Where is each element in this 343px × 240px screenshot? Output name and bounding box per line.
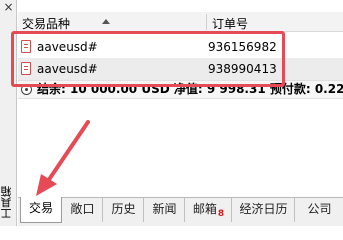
- tab-label: 经济日历: [239, 202, 288, 216]
- column-divider[interactable]: [206, 14, 207, 30]
- tab-trade[interactable]: 交易: [20, 197, 62, 223]
- table-row[interactable]: aaveusd# 936156982: [18, 36, 343, 58]
- tab-mailbox[interactable]: 邮箱8: [186, 198, 232, 222]
- tab-history[interactable]: 历史: [104, 198, 144, 222]
- toolbox-strip: × 工具箱: [0, 0, 17, 226]
- sort-asc-icon: [102, 19, 110, 24]
- tab-label: 新闻: [152, 202, 177, 216]
- balance-icon: [21, 84, 32, 95]
- tab-label: 敞口: [70, 202, 95, 216]
- tab-exposure[interactable]: 敞口: [63, 198, 103, 222]
- tab-economic-calendar[interactable]: 经济日历: [233, 198, 295, 222]
- mail-count-badge: 8: [217, 209, 225, 219]
- tab-company[interactable]: 公司: [296, 198, 343, 222]
- tab-label: 历史: [111, 202, 136, 216]
- table-header: 交易品种 订单号: [18, 12, 343, 32]
- tab-label: 公司: [307, 202, 332, 216]
- cell-order: 938990413: [208, 62, 277, 76]
- tab-label: 交易: [28, 201, 53, 215]
- column-header-symbol[interactable]: 交易品种: [22, 15, 70, 32]
- balance-line: 结余: 10 000.00 USD 净值: 9 998.31 预付款: 0.22…: [18, 80, 343, 99]
- tab-news[interactable]: 新闻: [145, 198, 185, 222]
- cell-order: 936156982: [208, 40, 277, 54]
- balance-text: 结余: 10 000.00 USD 净值: 9 998.31 预付款: 0.22…: [37, 82, 343, 96]
- column-header-order[interactable]: 订单号: [212, 15, 248, 32]
- close-icon[interactable]: ×: [2, 1, 15, 14]
- annotation-arrow-icon: [36, 120, 90, 196]
- table-row[interactable]: aaveusd# 938990413: [18, 58, 343, 80]
- pending-order-icon: [21, 40, 31, 53]
- cell-symbol: aaveusd#: [37, 62, 98, 76]
- toolbox-title: 工具箱: [0, 186, 13, 220]
- pending-order-icon: [21, 62, 31, 75]
- tab-label: 邮箱: [192, 202, 217, 216]
- cell-symbol: aaveusd#: [37, 40, 98, 54]
- tab-bar: 交易 敞口 历史 新闻 邮箱8 经济日历 公司: [18, 197, 343, 226]
